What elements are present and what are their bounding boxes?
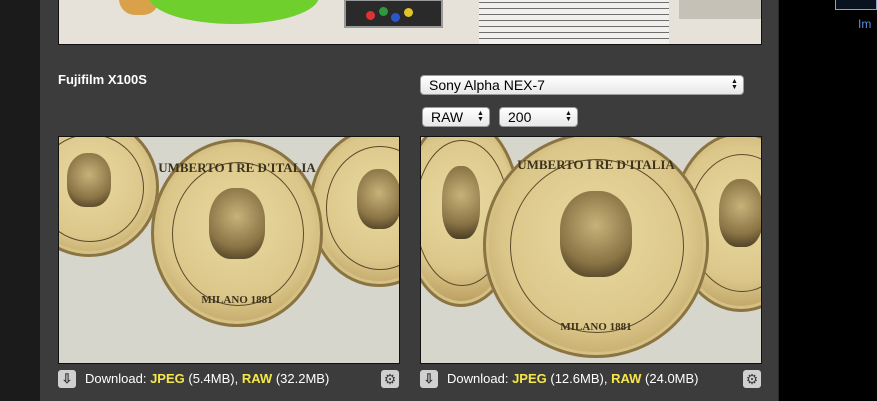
coin-inscription: UMBERTO I RE D'ITALIA: [158, 159, 316, 175]
scene-dot: [404, 8, 413, 17]
camera-select[interactable]: Sony Alpha NEX-7 ▲ ▼: [420, 75, 744, 95]
scene-box: [344, 0, 443, 28]
select-arrows-icon: ▲ ▼: [565, 110, 572, 123]
raw-size: (32.2MB): [275, 371, 330, 386]
scene-dot: [379, 7, 388, 16]
download-label: Download:: [85, 371, 147, 386]
left-dark-strip: [0, 0, 40, 401]
download-icon[interactable]: ⇩: [58, 370, 76, 388]
coin-inscription: MILANO 1881: [201, 294, 273, 307]
jpeg-link[interactable]: JPEG: [512, 371, 547, 386]
coin: [59, 137, 159, 257]
scene-paper: [479, 0, 669, 44]
iso-select[interactable]: 200 ▲ ▼: [499, 107, 578, 127]
raw-link[interactable]: RAW: [242, 371, 272, 386]
format-select-value: RAW: [431, 109, 464, 125]
download-label: Download:: [447, 371, 509, 386]
jpeg-link[interactable]: JPEG: [150, 371, 185, 386]
camera-name-left: Fujifilm X100S: [58, 72, 147, 87]
scene-green-bowl: [149, 0, 319, 24]
sidebar-thumbnail[interactable]: [835, 0, 877, 10]
jpeg-size: (12.6MB),: [550, 371, 608, 386]
download-text: Download: JPEG (5.4MB), RAW (32.2MB): [85, 371, 329, 386]
select-arrows-icon: ▲ ▼: [731, 78, 738, 91]
sidebar-link[interactable]: Im: [858, 17, 871, 31]
raw-size: (24.0MB): [645, 371, 699, 386]
coin-inscription: MILANO 1881: [560, 321, 632, 334]
scene-dot: [391, 13, 400, 22]
scene-dot: [366, 11, 375, 20]
raw-link[interactable]: RAW: [611, 371, 641, 386]
coin: UMBERTO I RE D'ITALIA MILANO 1881: [151, 139, 323, 327]
download-text: Download: JPEG (12.6MB), RAW (24.0MB): [447, 371, 699, 386]
coin: [309, 137, 399, 287]
coin: UMBERTO I RE D'ITALIA MILANO 1881: [483, 137, 709, 358]
select-arrows-icon: ▲ ▼: [477, 110, 484, 123]
camera-select-value: Sony Alpha NEX-7: [429, 77, 545, 93]
iso-select-value: 200: [508, 109, 532, 125]
format-select[interactable]: RAW ▲ ▼: [422, 107, 490, 127]
download-icon[interactable]: ⇩: [420, 370, 438, 388]
scene-object: [679, 0, 761, 19]
coin-inscription: UMBERTO I RE D'ITALIA: [517, 156, 675, 172]
download-row-left: ⇩ Download: JPEG (5.4MB), RAW (32.2MB) ⚙: [58, 369, 399, 389]
gear-icon[interactable]: ⚙: [743, 370, 761, 388]
sample-image-right[interactable]: UMBERTO I RE D'ITALIA MILANO 1881: [420, 136, 762, 364]
scene-image[interactable]: [58, 0, 762, 45]
sample-image-left[interactable]: UMBERTO I RE D'ITALIA MILANO 1881: [58, 136, 400, 364]
jpeg-size: (5.4MB),: [188, 371, 239, 386]
gear-icon[interactable]: ⚙: [381, 370, 399, 388]
right-sidebar: [778, 0, 877, 401]
download-row-right: ⇩ Download: JPEG (12.6MB), RAW (24.0MB) …: [420, 369, 761, 389]
